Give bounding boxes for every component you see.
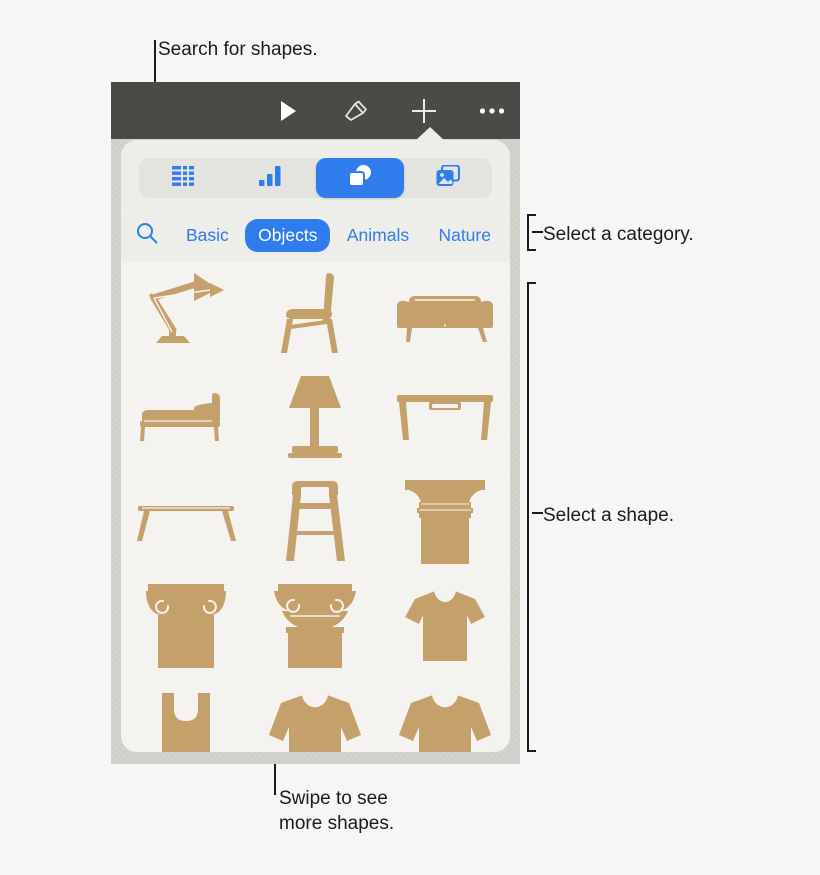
play-icon[interactable] (274, 97, 302, 125)
callout-search: Search for shapes. (158, 39, 318, 60)
shape-tank-top[interactable] (126, 678, 246, 752)
popover-arrow (415, 127, 445, 141)
app-toolbar (111, 82, 520, 139)
tab-table[interactable] (139, 158, 227, 198)
more-options-icon[interactable] (478, 97, 506, 125)
media-icon (436, 164, 460, 192)
shape-bar-stool[interactable] (255, 470, 375, 574)
category-nature[interactable]: Nature (425, 219, 504, 252)
chart-icon (259, 165, 283, 191)
table-icon (172, 165, 195, 191)
bracket-tick-category (532, 231, 543, 233)
shape-doric-column[interactable] (385, 470, 505, 574)
bracket-tick-shape (532, 512, 543, 514)
callout-shape: Select a shape. (543, 505, 674, 526)
tab-chart[interactable] (227, 158, 315, 198)
shape-ionic-column[interactable] (126, 574, 246, 678)
callout-swipe: Swipe to see more shapes. (279, 788, 395, 835)
bracket-shape (527, 282, 536, 752)
category-animals[interactable]: Animals (334, 219, 422, 252)
shape-sofa[interactable] (385, 262, 505, 366)
shape-coffee-table[interactable] (126, 470, 246, 574)
category-objects[interactable]: Objects (245, 218, 331, 252)
tab-shapes[interactable] (315, 158, 404, 198)
shapes-icon (347, 164, 373, 193)
callout-category: Select a category. (543, 224, 694, 245)
shape-desk-lamp[interactable] (126, 262, 246, 366)
tab-media[interactable] (404, 158, 492, 198)
shape-t-shirt[interactable] (385, 574, 505, 678)
format-brush-icon[interactable] (342, 97, 370, 125)
category-row: Basic Objects Animals Nature (121, 212, 510, 258)
app-screenshot: Basic Objects Animals Nature (111, 82, 520, 764)
shape-grid[interactable] (121, 262, 510, 752)
add-icon[interactable] (410, 97, 438, 125)
shape-corinthian-column[interactable] (255, 574, 375, 678)
search-icon (136, 222, 158, 249)
shape-sweatshirt[interactable] (385, 678, 505, 752)
insert-tabs (139, 158, 492, 198)
insert-popover: Basic Objects Animals Nature (121, 140, 510, 752)
shape-table-lamp[interactable] (255, 366, 375, 470)
shape-bed[interactable] (126, 366, 246, 470)
category-basic[interactable]: Basic (173, 219, 242, 252)
shape-chair[interactable] (255, 262, 375, 366)
search-button[interactable] (121, 212, 173, 258)
shape-sweater[interactable] (255, 678, 375, 752)
shape-desk[interactable] (385, 366, 505, 470)
